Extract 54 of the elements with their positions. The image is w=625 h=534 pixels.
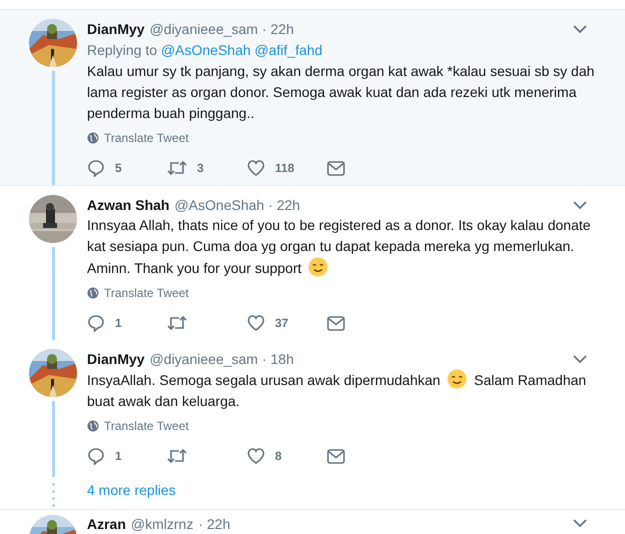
translate-link[interactable]: Translate Tweet: [104, 131, 189, 145]
like-count: 37: [275, 316, 288, 330]
envelope-icon: [327, 316, 345, 330]
reply-icon: [87, 159, 105, 177]
translate-link[interactable]: Translate Tweet: [104, 419, 189, 433]
globe-icon: [87, 420, 99, 432]
user-name[interactable]: DianMyy: [87, 351, 145, 367]
tweet-text: Kalau umur sy tk panjang, sy akan derma organ kat awak *kalau sesuai sb sy dah lama register as organ donor. Semoga awak kuat dan ada rezeki utk menerima penderma buah pinggang..: [87, 62, 595, 123]
tweet-time[interactable]: · 22h: [268, 197, 300, 213]
smiley-icon: [447, 369, 468, 389]
heart-icon: [247, 315, 265, 331]
globe-icon: [87, 287, 99, 299]
reply-count: 1: [115, 449, 122, 463]
mention-link[interactable]: @afif_fahd: [254, 42, 322, 58]
retweet-icon: [167, 160, 187, 176]
like-count: 118: [275, 161, 294, 175]
heart-icon: [247, 160, 265, 176]
thread-dots: [52, 483, 54, 507]
user-name[interactable]: Azwan Shah: [87, 197, 170, 213]
smiley-icon: [308, 257, 328, 277]
tweet-text: buat awak dan keluarga.: [87, 392, 240, 411]
reply-icon: [87, 447, 105, 465]
reply-count: 1: [115, 316, 122, 330]
retweet-icon: [167, 448, 187, 464]
replying-to-label: Replying to: [87, 42, 158, 58]
user-handle[interactable]: @diyanieee_sam: [150, 351, 258, 367]
tweet-text: Aminn. Thank you for your support: [87, 259, 302, 278]
envelope-icon: [327, 448, 345, 464]
translate-link[interactable]: Translate Tweet: [104, 286, 189, 300]
tweet-time[interactable]: · 18h: [262, 351, 294, 367]
tweet-text: InsyaAllah. Semoga segala urusan awak dipermudahkan: [87, 371, 440, 390]
user-handle[interactable]: @AsOneShah: [174, 197, 264, 213]
reply-count: 5: [115, 161, 122, 175]
tweet-text: Innsyaa Allah, thats nice of you to be registered as a donor. Its okay kalau donate kat sesiapa pun. Cuma doa yg organ tu dapat kepada mereka yg memerlukan.: [87, 216, 592, 256]
user-handle[interactable]: @diyanieee_sam: [150, 21, 258, 37]
envelope-icon: [327, 160, 345, 176]
mention-link[interactable]: @AsOneShah: [160, 42, 251, 58]
tweet-text: Salam Ramadhan: [474, 371, 586, 390]
more-replies-link[interactable]: 4 more replies: [87, 482, 176, 499]
retweet-count: 3: [197, 161, 204, 175]
globe-icon: [87, 132, 99, 144]
tweet-time[interactable]: · 22h: [262, 21, 294, 37]
chevron-down-icon[interactable]: [573, 200, 587, 210]
user-name[interactable]: Azran: [87, 516, 126, 532]
user-handle[interactable]: @kmlzrnz: [130, 516, 194, 532]
user-name[interactable]: DianMyy: [87, 21, 145, 37]
chevron-down-icon[interactable]: [573, 354, 587, 364]
tweet-time[interactable]: · 22h: [198, 516, 230, 532]
retweet-icon: [167, 315, 187, 331]
chevron-down-icon[interactable]: [573, 24, 587, 34]
like-count: 8: [275, 449, 282, 463]
chevron-down-icon[interactable]: [573, 519, 587, 528]
heart-icon: [247, 448, 265, 464]
reply-icon: [87, 314, 105, 332]
